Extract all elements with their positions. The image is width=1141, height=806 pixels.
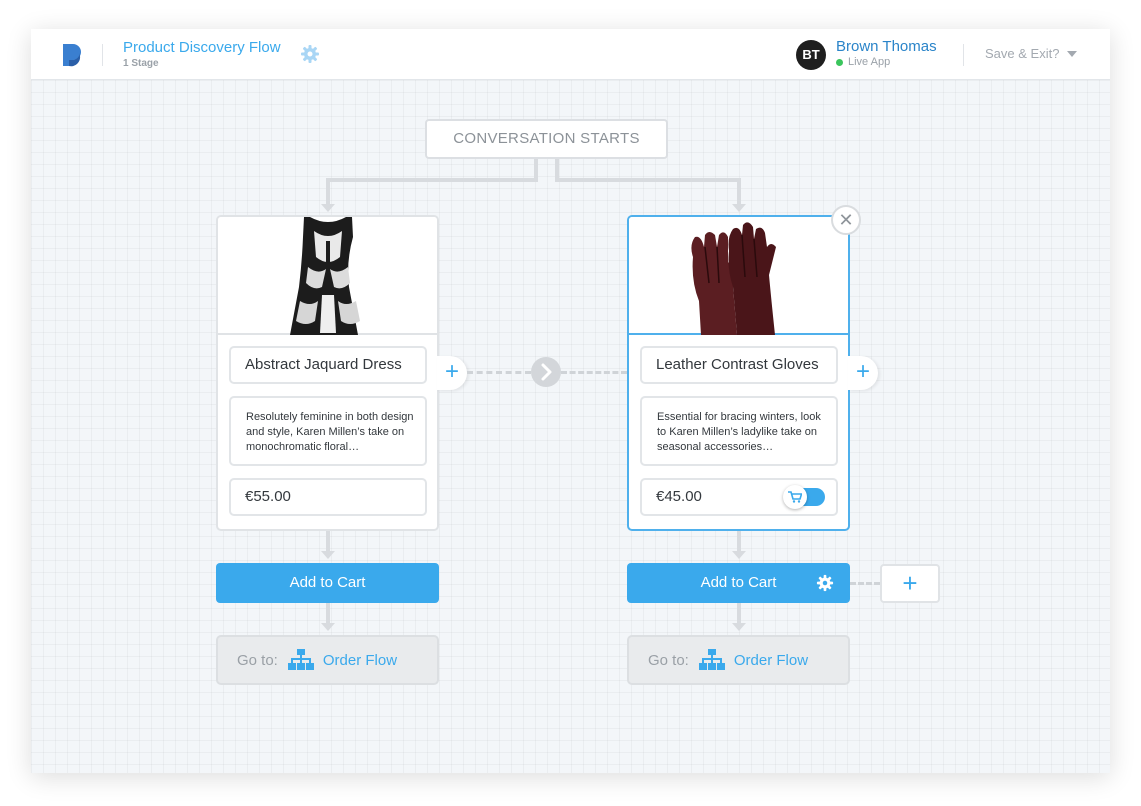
product-price-field[interactable]: €45.00: [640, 478, 838, 516]
add-to-cart-button[interactable]: Add to Cart: [216, 563, 439, 603]
chevron-down-icon: [1067, 50, 1078, 57]
product-title-field[interactable]: Abstract Jaquard Dress: [229, 346, 427, 384]
add-button[interactable]: +: [880, 564, 940, 603]
product-image-gloves[interactable]: [629, 217, 848, 335]
add-to-cart-button[interactable]: Add to Cart: [627, 563, 850, 603]
sitemap-icon: [287, 649, 314, 670]
flow-title[interactable]: Product Discovery Flow: [123, 39, 281, 56]
product-card-dress[interactable]: Abstract Jaquard Dress Resolutely femini…: [216, 215, 439, 531]
product-card-gloves[interactable]: Leather Contrast Gloves Essential for br…: [627, 215, 850, 531]
product-image-dress[interactable]: [218, 217, 437, 335]
dashed-connector: [467, 371, 531, 374]
arrow-down-icon: [321, 551, 335, 559]
save-exit-label: Save & Exit?: [985, 46, 1060, 61]
arrow-down-icon: [732, 204, 746, 212]
user-status: Live App: [836, 56, 890, 68]
connector-line: [555, 178, 741, 182]
connector-line: [326, 178, 538, 182]
sitemap-icon: [698, 649, 725, 670]
add-next-step-button[interactable]: +: [437, 356, 467, 390]
connector-line: [737, 603, 741, 624]
goto-label: Go to:: [648, 651, 689, 669]
arrow-down-icon: [321, 623, 335, 631]
save-exit-menu[interactable]: Save & Exit?: [985, 46, 1078, 61]
close-icon[interactable]: ✕: [831, 205, 861, 235]
add-next-step-button[interactable]: +: [848, 356, 878, 390]
goto-label: Go to:: [237, 651, 278, 669]
chevron-right-icon: [541, 363, 552, 381]
avatar[interactable]: BT: [796, 40, 826, 70]
dashed-connector: [850, 582, 880, 585]
top-bar: Product Discovery Flow 1 Stage BT Brown …: [31, 29, 1110, 80]
user-name[interactable]: Brown Thomas: [836, 38, 937, 55]
flow-settings-gear-icon[interactable]: [300, 44, 320, 64]
app-logo-icon[interactable]: [60, 42, 82, 68]
dress-image: [290, 217, 360, 335]
goto-node[interactable]: Go to: Order Flow: [216, 635, 439, 685]
divider: [963, 44, 964, 66]
conversation-start-node[interactable]: CONVERSATION STARTS: [425, 119, 668, 159]
connector-line: [326, 603, 330, 624]
connector-line: [326, 178, 330, 205]
connector-line: [737, 178, 741, 205]
goto-node[interactable]: Go to: Order Flow: [627, 635, 850, 685]
arrow-down-icon: [732, 623, 746, 631]
cart-icon: [788, 491, 802, 503]
connector-line: [737, 531, 741, 552]
arrow-down-icon: [321, 204, 335, 212]
flow-builder-window: Product Discovery Flow 1 Stage BT Brown …: [31, 29, 1110, 773]
live-status-dot: [836, 58, 843, 66]
goto-target-link[interactable]: Order Flow: [323, 652, 397, 669]
user-status-label: Live App: [848, 56, 891, 68]
gloves-image: [691, 222, 776, 335]
next-arrow-button[interactable]: [531, 357, 561, 387]
toggle-knob: [783, 485, 807, 509]
add-to-cart-toggle[interactable]: [783, 485, 825, 509]
stage-count: 1 Stage: [123, 58, 159, 69]
goto-target-link[interactable]: Order Flow: [734, 652, 808, 669]
product-title-field[interactable]: Leather Contrast Gloves: [640, 346, 838, 384]
product-price-value: €45.00: [656, 488, 702, 505]
dashed-connector: [561, 371, 627, 374]
connector-line: [326, 531, 330, 552]
divider: [102, 44, 103, 66]
arrow-down-icon: [732, 551, 746, 559]
product-description-field[interactable]: Essential for bracing winters, look to K…: [640, 396, 838, 466]
product-price-field[interactable]: €55.00: [229, 478, 427, 516]
button-settings-gear-icon[interactable]: [816, 574, 834, 592]
add-to-cart-label: Add to Cart: [700, 574, 777, 591]
product-description-field[interactable]: Resolutely feminine in both design and s…: [229, 396, 427, 466]
